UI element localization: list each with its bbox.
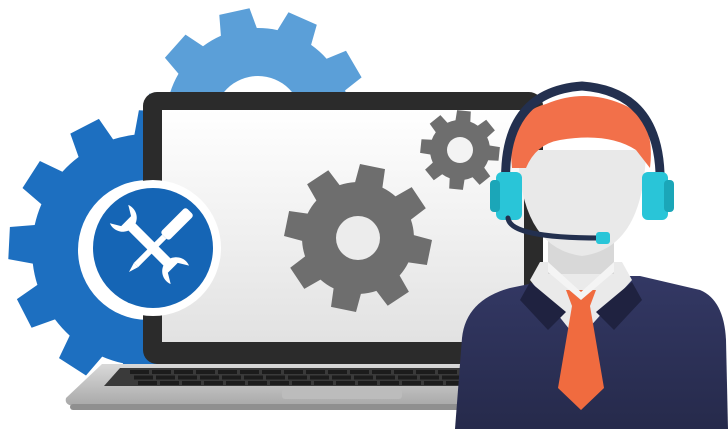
keyboard-key (200, 375, 219, 380)
keyboard-key (376, 375, 395, 380)
keyboard-key (314, 381, 333, 385)
keyboard-key (196, 370, 215, 374)
keyboard-key (218, 370, 237, 374)
keyboard-key (244, 375, 263, 380)
wrench-screwdriver-icon (85, 180, 221, 316)
keyboard-key (332, 375, 351, 380)
keyboard-key (442, 375, 461, 380)
keyboard-key (350, 370, 369, 374)
keyboard-key (174, 370, 193, 374)
support-illustration (8, 8, 728, 429)
keyboard-key (266, 375, 285, 380)
keyboard-key (270, 381, 289, 385)
keyboard-key (288, 375, 307, 380)
keyboard-key (328, 370, 347, 374)
keyboard-key (438, 370, 457, 374)
keyboard-key (262, 370, 281, 374)
keyboard-key (160, 381, 179, 385)
keyboard-key (138, 381, 157, 385)
keyboard-key (354, 375, 373, 380)
keyboard-key (284, 370, 303, 374)
keyboard-key (306, 370, 325, 374)
keyboard-key (226, 381, 245, 385)
keyboard-key (292, 381, 311, 385)
keyboard-key (424, 381, 443, 385)
keyboard-key (372, 370, 391, 374)
keyboard-key (336, 381, 355, 385)
keyboard-key (240, 370, 259, 374)
keyboard-key (358, 381, 377, 385)
keyboard-key (156, 375, 175, 380)
keyboard-key (130, 370, 149, 374)
keyboard-key (134, 375, 153, 380)
keyboard-key (310, 375, 329, 380)
gear-icon (420, 110, 500, 190)
keyboard-key (416, 370, 435, 374)
keyboard-key (402, 381, 421, 385)
keyboard-key (380, 381, 399, 385)
keyboard-key (182, 381, 201, 385)
keyboard-key (152, 370, 171, 374)
keyboard-key (222, 375, 241, 380)
keyboard-key (394, 370, 413, 374)
keyboard-key (420, 375, 439, 380)
keyboard-key (204, 381, 223, 385)
keyboard-key (178, 375, 197, 380)
keyboard-key (398, 375, 417, 380)
keyboard-key (248, 381, 267, 385)
